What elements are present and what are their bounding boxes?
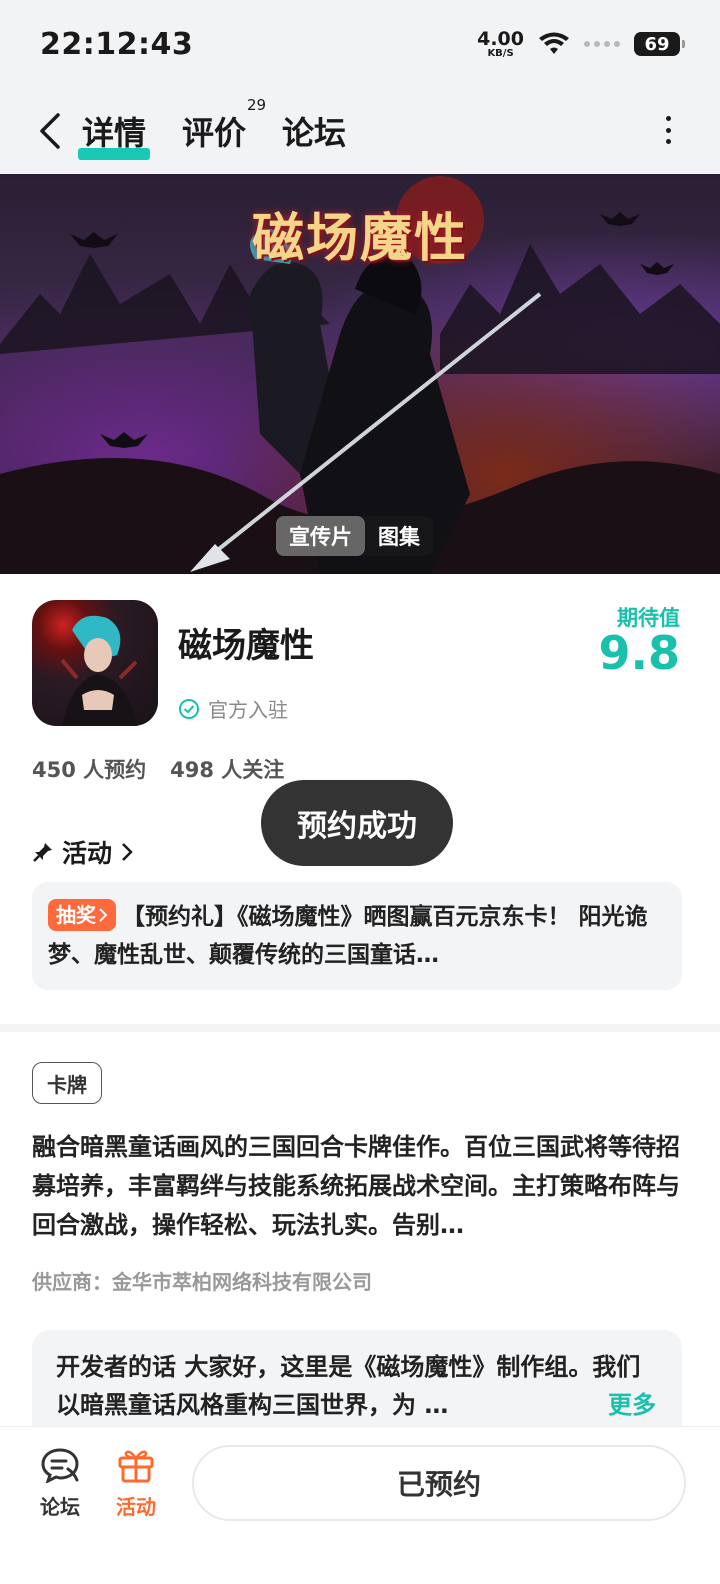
activity-heading[interactable]: 活动 [32,834,134,870]
supplier-info: 供应商：金华市萃柏网络科技有限公司 [32,1270,372,1294]
media-tabs: 宣传片 图集 [276,516,433,556]
status-icons: 4.00 KB/S 69 [477,27,685,59]
status-bar: 22:12:43 4.00 KB/S 69 [0,0,720,88]
forum-icon [41,1448,79,1483]
developer-note-text: 开发者的话 大家好，这里是《磁场魔性》制作组。我们以暗黑童话风格重构三国世界，为… [56,1353,641,1419]
activity-card[interactable]: 抽奖 【预约礼】《磁场魔性》晒图赢百元京东卡！ 阳光诡梦、魔性乱世、颠覆传统的三… [32,882,682,990]
net-speed-value: 4.00 [477,27,524,50]
status-time: 22:12:43 [40,26,194,62]
more-link[interactable]: 更多 [604,1386,656,1424]
forum-label: 论坛 [40,1495,80,1519]
check-circle-icon [179,698,199,719]
forum-button[interactable]: 论坛 [30,1447,90,1520]
activity-heading-label: 活动 [62,839,113,868]
wifi-icon [539,32,569,54]
battery-icon: 69 [634,32,685,56]
chevron-right-icon [99,908,108,922]
bottom-action-bar: 论坛 活动 已预约 [0,1426,720,1584]
app-name: 磁场魔性 [178,626,314,666]
media-tab-video[interactable]: 宣传片 [276,516,365,556]
battery-level: 69 [644,33,670,55]
pin-icon [33,843,52,862]
more-options-icon[interactable] [656,110,680,150]
tab-details-label: 详情 [82,114,147,152]
lottery-badge-label: 抽奖 [56,903,96,927]
network-speed: 4.00 KB/S [477,27,524,59]
tab-reviews[interactable]: 评价 29 [182,96,266,154]
reservation-success-toast: 预约成功 [261,780,453,866]
activity-content: 抽奖 【预约礼】《磁场魔性》晒图赢百元京东卡！ 阳光诡梦、魔性乱世、颠覆传统的三… [48,898,666,974]
activity-label: 活动 [116,1495,156,1519]
game-banner[interactable]: 磁场魔性 宣传片 图集 [0,174,720,574]
tab-forum-label: 论坛 [282,114,347,152]
activity-button[interactable]: 活动 [106,1447,166,1520]
follower-count: 498 人关注 [170,758,285,782]
developer-note-card[interactable]: 开发者的话 大家好，这里是《磁场魔性》制作组。我们以暗黑童话风格重构三国世界，为… [32,1330,682,1430]
game-description[interactable]: 融合暗黑童话画风的三国回合卡牌佳作。百位三国武将等待招募培养，丰富羁绊与技能系统… [32,1128,688,1245]
net-speed-unit: KB/S [487,47,514,59]
reviews-count-badge: 29 [246,96,267,114]
signal-icon [584,41,620,47]
expectation-score: 9.8 [598,626,681,680]
genre-tag[interactable]: 卡牌 [32,1062,102,1104]
lottery-badge: 抽奖 [48,899,116,931]
verified-label: 官方入驻 [208,698,288,722]
activity-text: 【预约礼】《磁场魔性》晒图赢百元京东卡！ 阳光诡梦、魔性乱世、颠覆传统的三国童话… [48,904,648,968]
app-icon [32,600,158,726]
gift-icon [118,1450,154,1483]
chevron-right-icon [122,843,133,861]
tab-reviews-label: 评价 [182,114,247,152]
media-tab-gallery[interactable]: 图集 [365,516,433,556]
game-info-section: 磁场魔性 官方入驻 期待值 9.8 450 人预约 498 人关注 预约成功 活… [0,574,720,1024]
verified-badge: 官方入驻 [178,694,288,723]
back-icon[interactable] [30,111,70,151]
tab-forum[interactable]: 论坛 [282,108,346,154]
section-divider [0,1024,720,1032]
stats-row: 450 人预约 498 人关注 [32,754,284,784]
tab-details[interactable]: 详情 [78,108,151,160]
nav-bar: 详情 评价 29 论坛 [0,88,720,174]
reserved-button[interactable]: 已预约 [192,1445,686,1521]
reservation-count: 450 人预约 [32,758,147,782]
banner-title: 磁场魔性 [251,208,468,269]
